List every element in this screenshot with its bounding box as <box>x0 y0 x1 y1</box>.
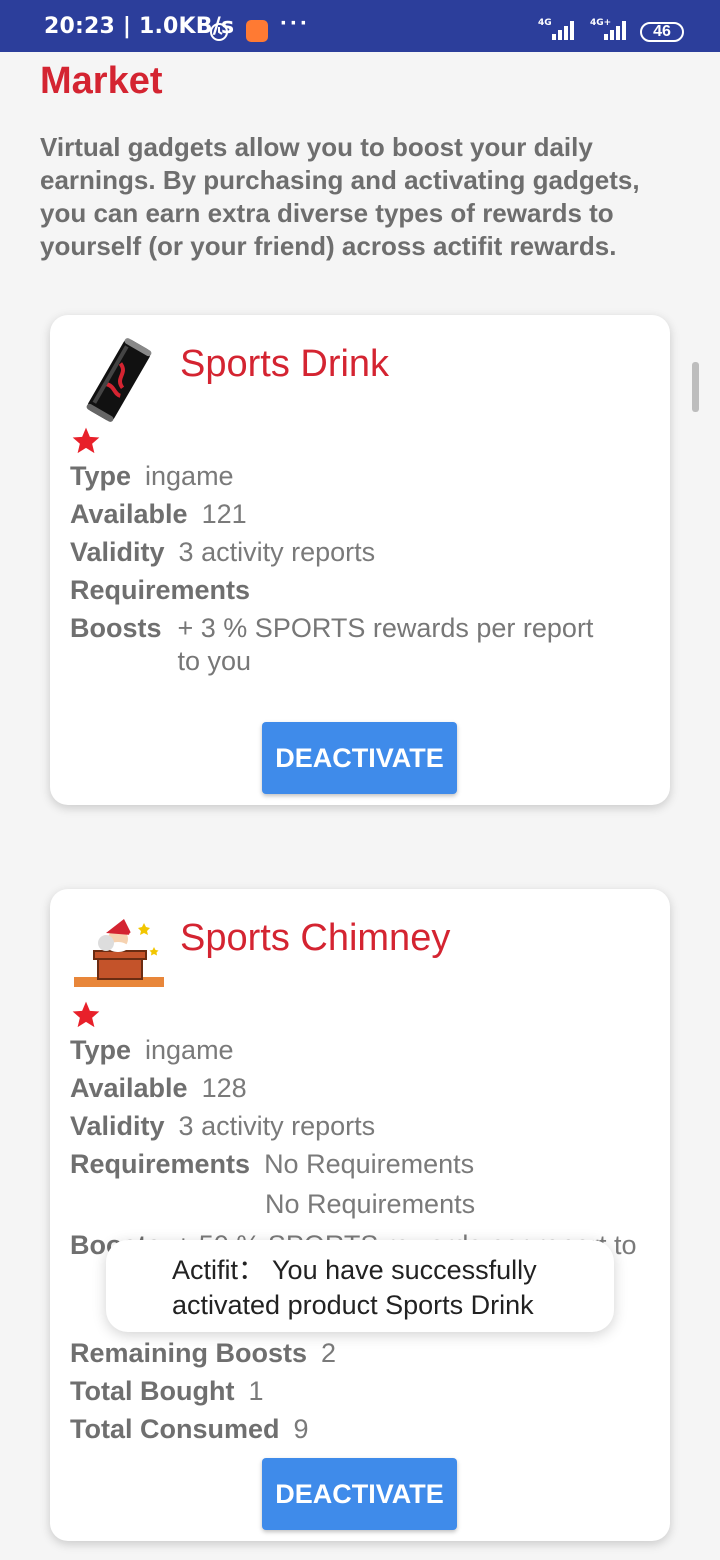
detail-value: 121 <box>201 499 247 529</box>
signal-4g-icon: 4G <box>538 18 574 40</box>
detail-label: Type <box>70 1035 132 1065</box>
product-details: Type ingame Available 121 Validity 3 activi… <box>70 457 655 678</box>
detail-value: 128 <box>201 1073 247 1103</box>
detail-boosts: Boosts + 3 % SPORTS rewards per report to… <box>70 609 655 678</box>
product-card-sports-drink: Sports Drink Type ingame Available 121 Val… <box>50 315 670 805</box>
santa-chimney-icon <box>74 919 164 987</box>
detail-value: 3 activity reports <box>178 1111 376 1141</box>
toast-message: Actifit： You have successfully activated… <box>106 1240 614 1332</box>
detail-label: Remaining Boosts <box>70 1338 308 1368</box>
detail-label: Boosts <box>70 613 162 643</box>
product-card-sports-chimney: Sports Chimney Type ingame Available 128 V… <box>50 889 670 1541</box>
detail-label: Requirements <box>70 575 251 605</box>
detail-label: Available <box>70 499 188 529</box>
detail-label: Validity <box>70 1111 165 1141</box>
deactivate-button[interactable]: DEACTIVATE <box>262 722 457 794</box>
status-time-speed: 20:23 | 1.0KB/s <box>44 14 235 39</box>
detail-type: Type ingame <box>70 457 655 495</box>
detail-label: Type <box>70 461 132 491</box>
status-bar: 20:23 | 1.0KB/s ··· 4G 4G+ 46 <box>0 0 720 52</box>
alarm-clock-icon <box>210 23 228 41</box>
detail-validity: Validity 3 activity reports <box>70 1107 655 1145</box>
product-title: Sports Drink <box>180 343 390 385</box>
battery-indicator: 46 <box>640 22 684 42</box>
detail-label: Total Bought <box>70 1376 235 1406</box>
product-title: Sports Chimney <box>180 917 451 959</box>
detail-requirements: Requirements No Requirements <box>70 1145 655 1183</box>
detail-requirements-extra: No Requirements <box>265 1189 476 1219</box>
svg-text:4G: 4G <box>538 18 552 28</box>
scrollbar-thumb[interactable] <box>692 362 699 412</box>
detail-label: Validity <box>70 537 165 567</box>
detail-value: ingame <box>145 461 234 491</box>
energy-drink-can-icon <box>86 338 152 422</box>
detail-value: + 3 % SPORTS rewards per report to you <box>177 613 594 676</box>
star-icon <box>72 1001 100 1028</box>
detail-validity: Validity 3 activity reports <box>70 533 655 571</box>
page-title: Market <box>40 60 163 102</box>
app-notification-icon <box>246 20 268 42</box>
detail-value: 3 activity reports <box>178 537 376 567</box>
more-notifications-icon: ··· <box>280 10 310 37</box>
detail-value: 1 <box>248 1376 264 1406</box>
detail-label: Requirements <box>70 1149 251 1179</box>
detail-label: Total Consumed <box>70 1414 280 1444</box>
detail-total-bought: Total Bought 1 <box>70 1372 655 1410</box>
detail-available: Available 121 <box>70 495 655 533</box>
svg-text:4G+: 4G+ <box>590 18 611 28</box>
signal-4g-plus-icon: 4G+ <box>590 18 626 40</box>
detail-value: No Requirements <box>264 1149 475 1179</box>
detail-type: Type ingame <box>70 1031 655 1069</box>
detail-value: 2 <box>321 1338 337 1368</box>
detail-value: ingame <box>145 1035 234 1065</box>
detail-value: 9 <box>293 1414 309 1444</box>
product-details: Type ingame Available 128 Validity 3 activi… <box>70 1031 655 1264</box>
detail-label: Available <box>70 1073 188 1103</box>
detail-total-consumed: Total Consumed 9 <box>70 1410 655 1448</box>
deactivate-button[interactable]: DEACTIVATE <box>262 1458 457 1530</box>
star-icon <box>72 427 100 454</box>
product-stats: Remaining Boosts 2 Total Bought 1 Total Co… <box>70 1334 655 1448</box>
intro-text: Virtual gadgets allow you to boost your … <box>40 132 640 261</box>
detail-remaining-boosts: Remaining Boosts 2 <box>70 1334 655 1372</box>
detail-available: Available 128 <box>70 1069 655 1107</box>
detail-requirements: Requirements <box>70 571 655 609</box>
